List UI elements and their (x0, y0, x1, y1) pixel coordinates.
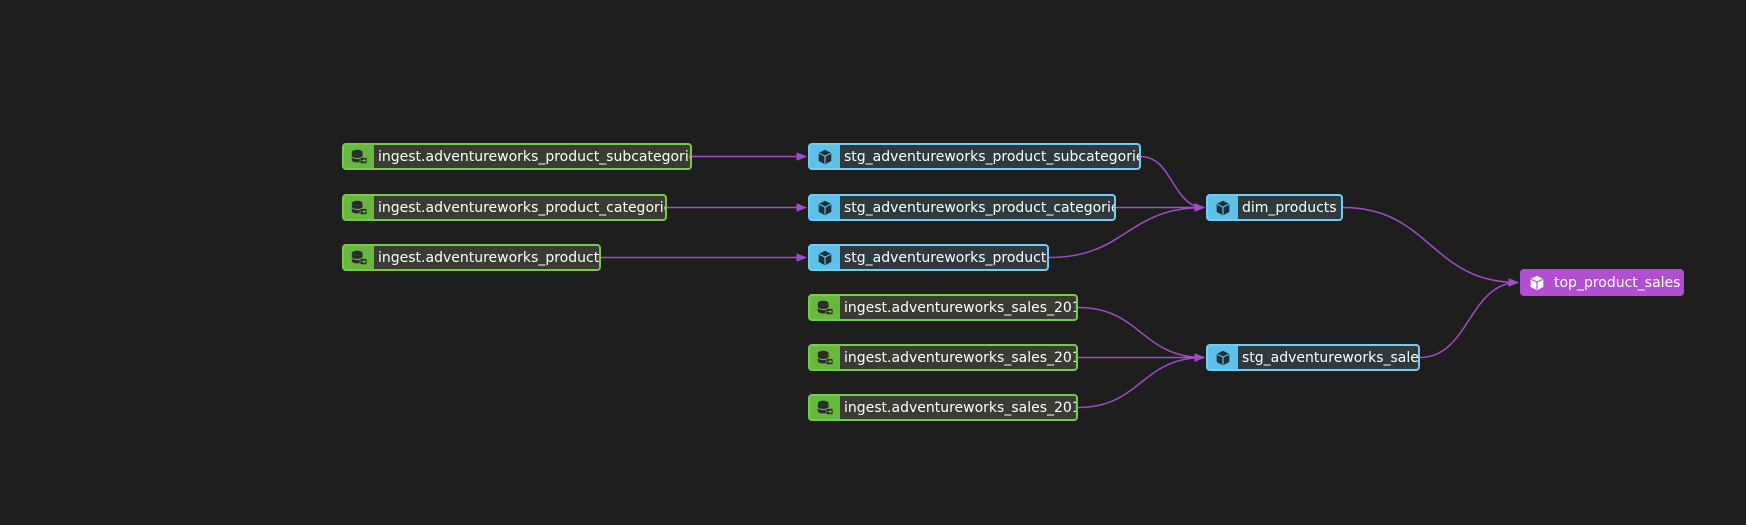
node-ingest-adventureworks-sales-2015[interactable]: ingest.adventureworks_sales_2015 (808, 294, 1078, 321)
cube-icon (810, 196, 840, 219)
lineage-graph: ingest.adventureworks_product_subcategor… (0, 0, 1746, 525)
node-ingest-adventureworks-sales-2016[interactable]: ingest.adventureworks_sales_2016 (808, 344, 1078, 371)
node-label: ingest.adventureworks_sales_2017 (840, 396, 1076, 419)
node-dim-products[interactable]: dim_products (1206, 194, 1343, 221)
node-top-product-sales[interactable]: top_product_sales (1520, 269, 1684, 296)
database-icon (810, 396, 840, 419)
database-icon (344, 246, 374, 269)
node-stg-adventureworks-sales[interactable]: stg_adventureworks_sales (1206, 344, 1420, 371)
cube-icon (1208, 346, 1238, 369)
node-label: ingest.adventureworks_product_categories (374, 196, 665, 219)
database-icon (810, 346, 840, 369)
node-label: dim_products (1238, 196, 1341, 219)
database-icon (810, 296, 840, 319)
cube-icon (810, 246, 840, 269)
cube-icon (810, 145, 840, 168)
node-label: top_product_sales (1552, 271, 1682, 294)
node-ingest-adventureworks-sales-2017[interactable]: ingest.adventureworks_sales_2017 (808, 394, 1078, 421)
node-stg-adventureworks-products[interactable]: stg_adventureworks_products (808, 244, 1049, 271)
node-ingest-adventureworks-products[interactable]: ingest.adventureworks_products (342, 244, 601, 271)
node-label: ingest.adventureworks_products (374, 246, 599, 269)
edge-src_sales_2017-to-stg_sales (1077, 353, 1206, 409)
node-label: ingest.adventureworks_sales_2016 (840, 346, 1076, 369)
cube-icon (1522, 271, 1552, 294)
node-label: stg_adventureworks_products (840, 246, 1047, 269)
cube-icon (1208, 196, 1238, 219)
edge-stg_subcategories-to-dim_products (1140, 155, 1206, 212)
node-stg-adventureworks-product-subcategories[interactable]: stg_adventureworks_product_subcategories (808, 143, 1141, 170)
node-label: ingest.adventureworks_sales_2015 (840, 296, 1076, 319)
edge-src_sales_2015-to-stg_sales (1077, 306, 1206, 362)
edge-stg_sales-to-top_product_sales (1419, 278, 1520, 359)
node-stg-adventureworks-product-categories[interactable]: stg_adventureworks_product_categories (808, 194, 1116, 221)
database-icon (344, 196, 374, 219)
node-label: stg_adventureworks_sales (1238, 346, 1418, 369)
node-ingest-adventureworks-product-subcategories[interactable]: ingest.adventureworks_product_subcategor… (342, 143, 692, 170)
database-icon (344, 145, 374, 168)
edge-dim_products-to-top_product_sales (1342, 206, 1520, 287)
node-label: ingest.adventureworks_product_subcategor… (374, 145, 690, 168)
node-label: stg_adventureworks_product_subcategories (840, 145, 1139, 168)
node-label: stg_adventureworks_product_categories (840, 196, 1114, 219)
node-ingest-adventureworks-product-categories[interactable]: ingest.adventureworks_product_categories (342, 194, 667, 221)
